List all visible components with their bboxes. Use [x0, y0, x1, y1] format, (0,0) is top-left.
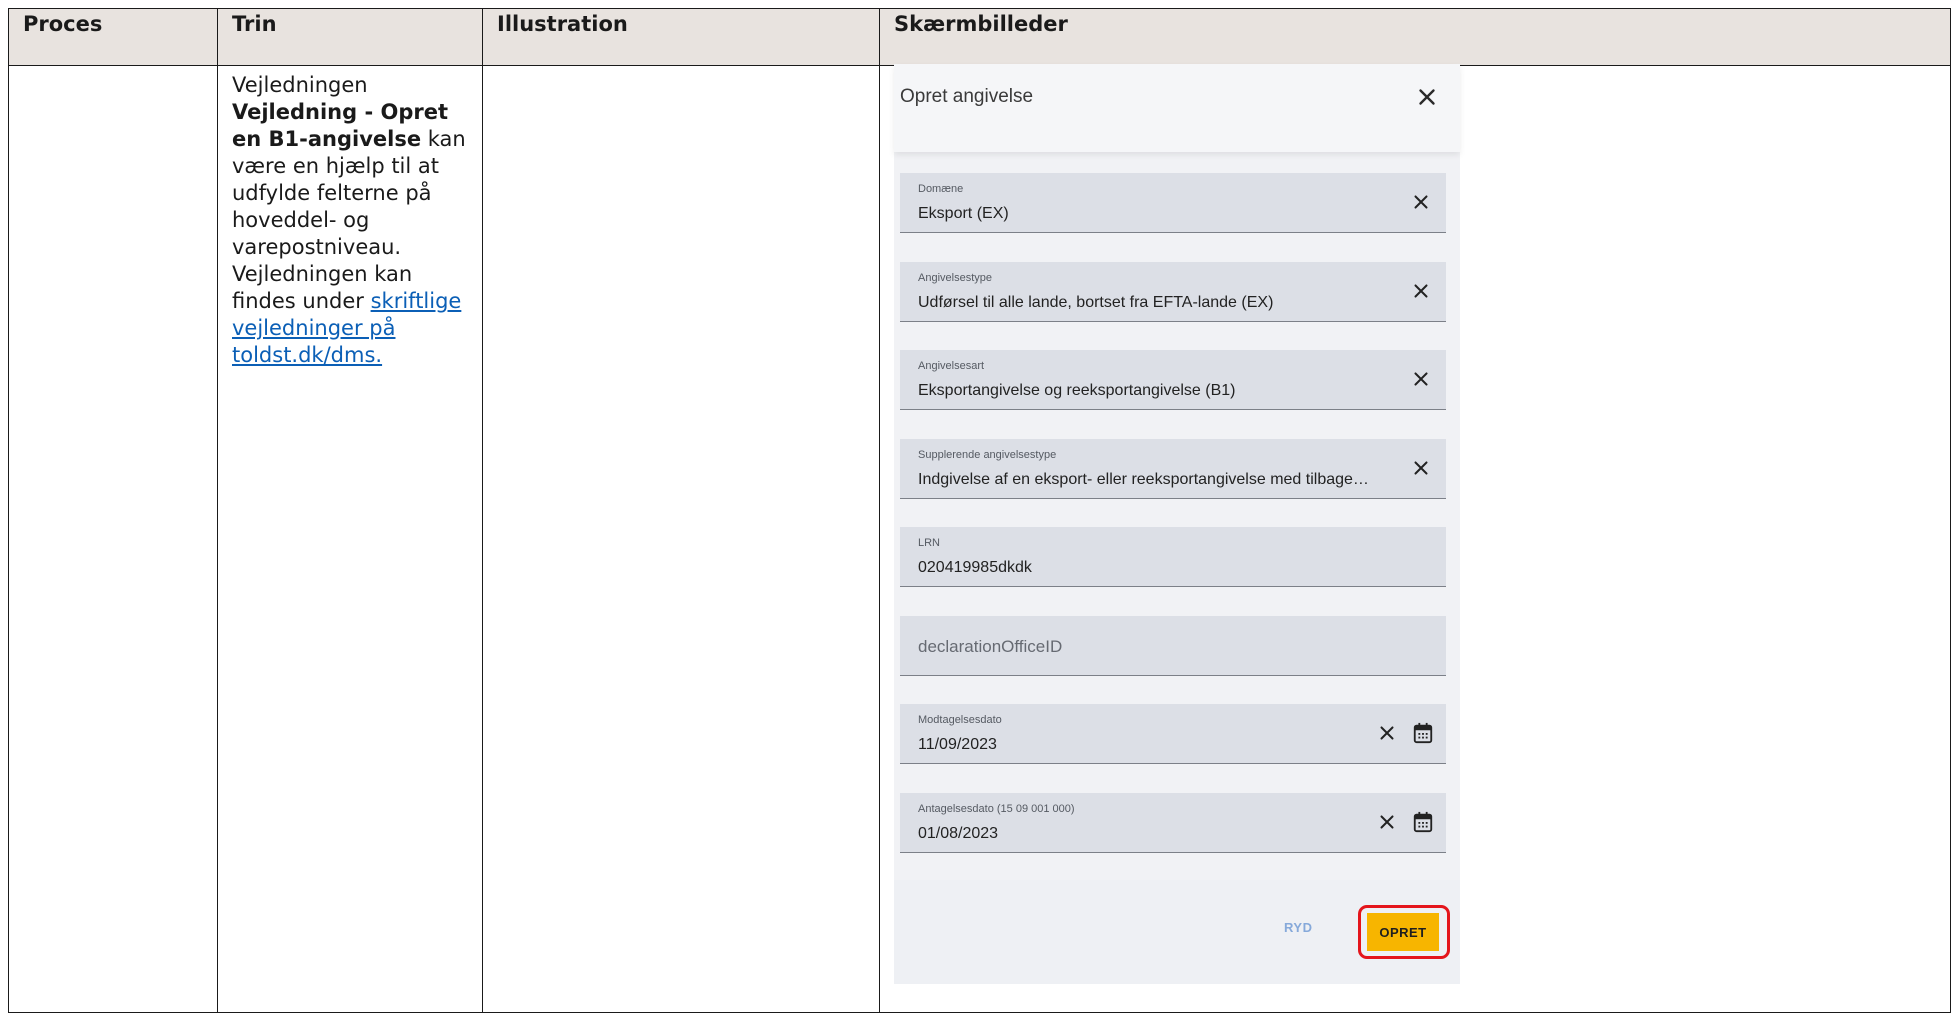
clear-button[interactable]: RYD [1284, 920, 1312, 935]
field-label: Angivelsestype [918, 272, 992, 284]
field-label: Antagelsesdato (15 09 001 000) [918, 803, 1075, 815]
field-value: 020419985dkdk [918, 559, 1032, 576]
field-value: Eksportangivelse og reeksportangivelse (… [918, 382, 1236, 399]
declaration-office-field[interactable]: declarationOfficeID [900, 616, 1446, 676]
receipt-date-field[interactable]: Modtagelsesdato 11/09/2023 [900, 704, 1446, 764]
clear-icon[interactable] [1410, 191, 1432, 213]
field-label: LRN [918, 537, 941, 549]
field-label: Supplerende angivelsestype [918, 449, 1057, 461]
field-label: Domæne [918, 183, 964, 195]
calendar-icon[interactable] [1412, 810, 1434, 834]
field-value: 11/09/2023 [918, 736, 997, 753]
domain-field[interactable]: Domæne Eksport (EX) [900, 173, 1446, 233]
header-skaermbilleder: Skærmbilleder [879, 8, 1951, 66]
calendar-icon[interactable] [1412, 721, 1434, 745]
cell-trin: Vejledningen Vejledning - Opret en B1-ang… [217, 65, 483, 1013]
step-body: kan være en hjælp til at udfylde feltern… [232, 127, 466, 313]
step-description: Vejledningen Vejledning - Opret en B1-ang… [232, 72, 470, 369]
close-icon[interactable] [1414, 84, 1440, 110]
acceptance-date-field[interactable]: Antagelsesdato (15 09 001 000) 01/08/202… [900, 793, 1446, 853]
field-value: 01/08/2023 [918, 825, 999, 842]
cell-illustration [482, 65, 880, 1013]
declaration-type-field[interactable]: Angivelsestype Udførsel til alle lande, … [900, 262, 1446, 322]
field-label: Angivelsesart [918, 360, 985, 372]
create-button[interactable]: OPRET [1367, 913, 1439, 951]
field-value: Udførsel til alle lande, bortset fra EFT… [918, 294, 1274, 311]
field-label: Modtagelsesdato [918, 714, 1002, 726]
clear-icon[interactable] [1376, 811, 1398, 833]
clear-icon[interactable] [1410, 457, 1432, 479]
step-intro: Vejledningen [232, 73, 368, 97]
supplementary-type-field[interactable]: Supplerende angivelsestype Indgivelse af… [900, 439, 1446, 499]
header-illustration: Illustration [482, 8, 880, 66]
create-declaration-dialog: Opret angivelse Domæne Eksport (EX) Angi… [894, 64, 1460, 984]
guide-name: Vejledning - Opret en B1-angivelse [232, 100, 449, 151]
header-row: Proces Trin Illustration Skærmbilleder [8, 8, 1951, 66]
dialog-title: Opret angivelse [900, 86, 1034, 107]
dialog-header: Opret angivelse [894, 64, 1460, 152]
dialog-footer: RYD OPRET [894, 880, 1460, 984]
field-value: Indgivelse af en eksport- eller reekspor… [918, 471, 1369, 488]
highlight-ring: OPRET [1358, 905, 1450, 959]
lrn-field[interactable]: LRN 020419985dkdk [900, 527, 1446, 587]
field-value: Eksport (EX) [918, 205, 1009, 222]
declaration-kind-field[interactable]: Angivelsesart Eksportangivelse og reeksp… [900, 350, 1446, 410]
clear-icon[interactable] [1410, 368, 1432, 390]
cell-proces [8, 65, 218, 1013]
clear-icon[interactable] [1376, 722, 1398, 744]
header-proces: Proces [8, 8, 218, 66]
field-placeholder: declarationOfficeID [918, 637, 1063, 656]
clear-icon[interactable] [1410, 280, 1432, 302]
header-trin: Trin [217, 8, 483, 66]
